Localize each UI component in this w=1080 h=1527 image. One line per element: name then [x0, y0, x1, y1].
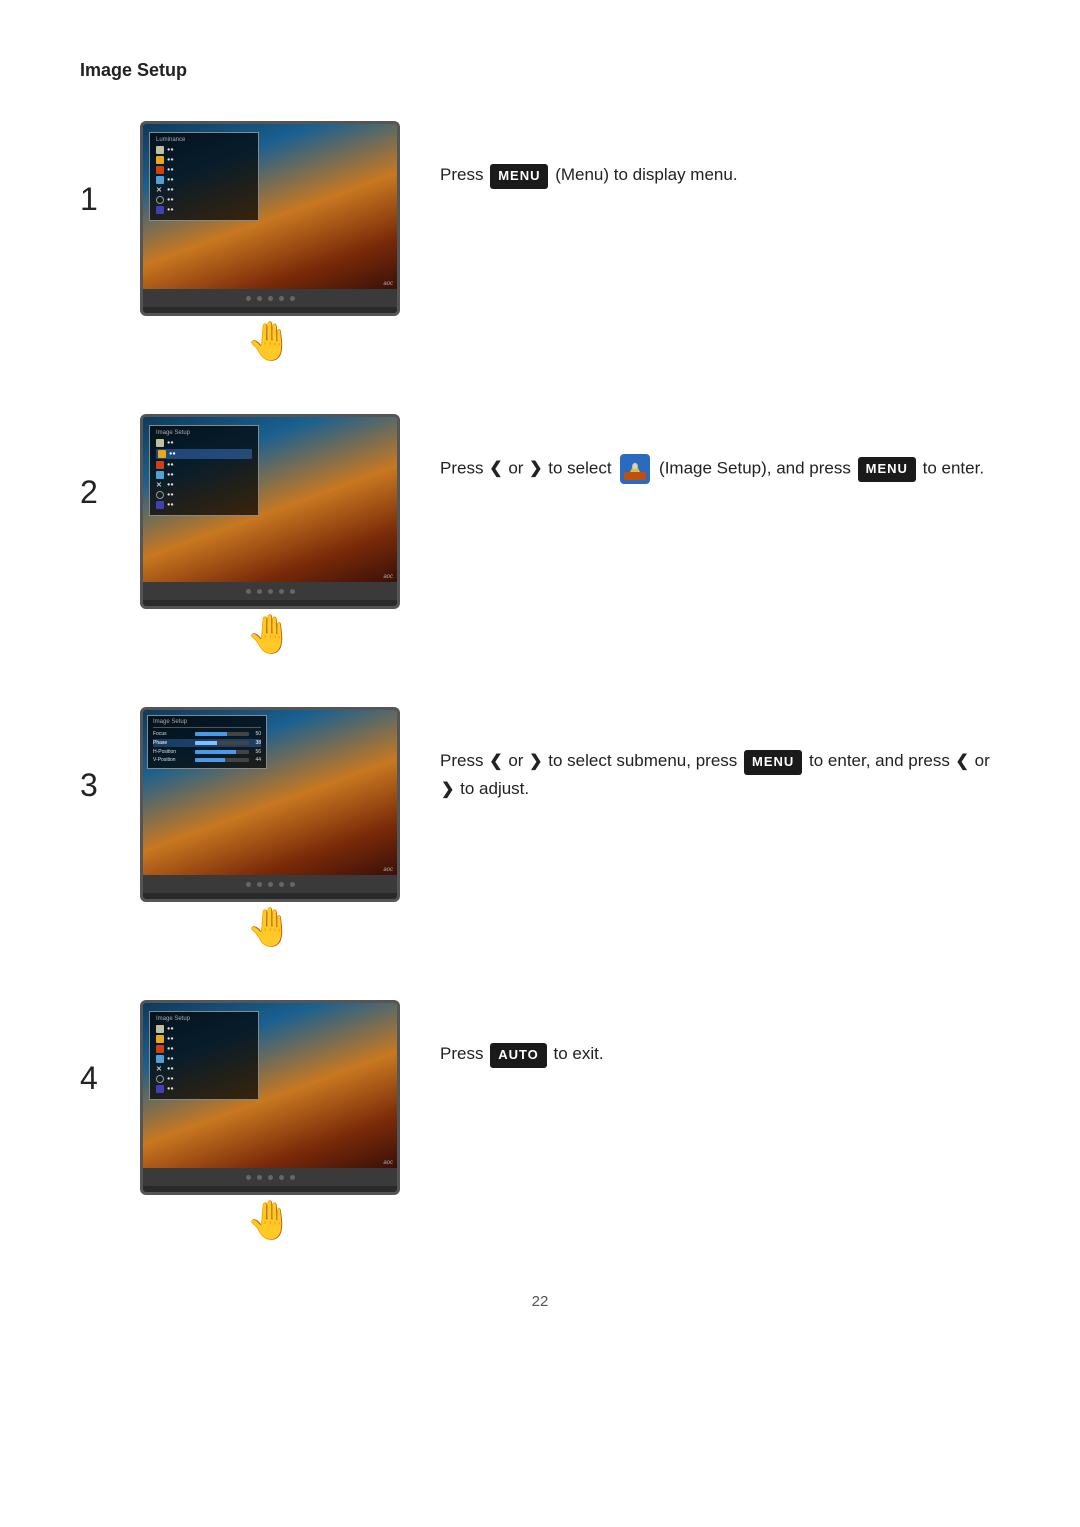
step-1-osd: Luminance ●● ●● ●● ●● — [149, 132, 259, 221]
chevron-right-3a: ❯ — [529, 749, 542, 775]
brand-logo-1: aoc — [383, 281, 393, 287]
monitor-base-2 — [143, 582, 397, 600]
chevron-left-3b: ❮ — [956, 749, 969, 775]
step-3-hand-icon: 🤚 — [246, 906, 293, 950]
osd-sub-row-1: Focus 50 — [153, 731, 261, 737]
image-setup-svg-icon — [620, 454, 650, 484]
osd-row-4-6: ●● — [156, 1075, 252, 1083]
step-2-osd: Image Setup ●● ●● ●● ●● — [149, 425, 259, 516]
osd-row-4: ●● — [156, 176, 252, 184]
step-3-number: 3 — [80, 767, 140, 804]
menu-key-2: MENU — [858, 457, 916, 482]
osd-label-2: ●● — [167, 157, 174, 163]
monitor-base-1 — [143, 289, 397, 307]
step-3-image-col: Image Setup Focus 50 Phase 38 H-Position — [140, 707, 400, 950]
osd-sub-title-3: Image Setup — [153, 719, 261, 728]
osd-row-4-7: ●● — [156, 1085, 252, 1093]
step-1-row: 1 Luminance ●● ●● — [80, 121, 1000, 364]
osd-label-4: ●● — [167, 177, 174, 183]
step-3-submenu: Image Setup Focus 50 Phase 38 H-Position — [147, 715, 267, 769]
brand-logo-4: aoc — [383, 1160, 393, 1166]
base-dot-4 — [279, 296, 284, 301]
base-dot-3 — [268, 296, 273, 301]
base-dot-1 — [246, 296, 251, 301]
brand-logo-2: aoc — [383, 574, 393, 580]
step-2-screen: Image Setup ●● ●● ●● ●● — [143, 417, 397, 582]
base-dot-2 — [257, 296, 262, 301]
step-3-desc: Press ❮ or ❯ to select submenu, press ME… — [440, 707, 1000, 802]
base-dot-5 — [290, 296, 295, 301]
osd-sub-row-4: V-Position 44 — [153, 757, 261, 763]
step-4-screen: Image Setup ●● ●● ●● ●● — [143, 1003, 397, 1168]
osd-row-4-5: ✕ ●● — [156, 1065, 252, 1073]
step-2-row: 2 Image Setup ●● ●● — [80, 414, 1000, 657]
menu-key-1: MENU — [490, 164, 548, 189]
osd-row-2-2: ●● — [156, 449, 252, 459]
step-2-monitor: Image Setup ●● ●● ●● ●● — [140, 414, 400, 609]
chevron-right-3b: ❯ — [441, 777, 454, 803]
osd-sub-row-2: Phase 38 — [153, 739, 261, 747]
osd-row-2-5: ✕ ●● — [156, 481, 252, 489]
step-1-image-col: Luminance ●● ●● ●● ●● — [140, 121, 400, 364]
osd-row-4-3: ●● — [156, 1045, 252, 1053]
osd-row-5: ✕ ●● — [156, 186, 252, 194]
osd-row-2-3: ●● — [156, 461, 252, 469]
step-3-screen: Image Setup Focus 50 Phase 38 H-Position — [143, 710, 397, 875]
step-2-hand-icon: 🤚 — [246, 613, 293, 657]
osd-label-5: ●● — [167, 187, 174, 193]
osd-sub-row-3: H-Position 56 — [153, 749, 261, 755]
osd-label-3: ●● — [167, 167, 174, 173]
osd-row-3: ●● — [156, 166, 252, 174]
step-4-monitor: Image Setup ●● ●● ●● ●● — [140, 1000, 400, 1195]
monitor-base-3 — [143, 875, 397, 893]
osd-label-1: ●● — [167, 147, 174, 153]
step-1-hand-icon: 🤚 — [246, 320, 293, 364]
osd-title-1: Luminance — [156, 137, 252, 143]
chevron-left-2: ❮ — [489, 456, 502, 482]
osd-row-2: ●● — [156, 156, 252, 164]
step-2-desc: Press ❮ or ❯ to select (Image Setup), an… — [440, 414, 1000, 484]
step-1-screen: Luminance ●● ●● ●● ●● — [143, 124, 397, 289]
osd-row-2-1: ●● — [156, 439, 252, 447]
chevron-left-3a: ❮ — [489, 749, 502, 775]
step-3-monitor: Image Setup Focus 50 Phase 38 H-Position — [140, 707, 400, 902]
osd-row-2-6: ●● — [156, 491, 252, 499]
step-4-image-col: Image Setup ●● ●● ●● ●● — [140, 1000, 400, 1243]
osd-row-1: ●● — [156, 146, 252, 154]
osd-title-4: Image Setup — [156, 1016, 252, 1022]
step-4-desc: Press AUTO to exit. — [440, 1000, 1000, 1068]
osd-row-4-2: ●● — [156, 1035, 252, 1043]
step-4-number: 4 — [80, 1060, 140, 1097]
brand-logo-3: aoc — [383, 867, 393, 873]
osd-row-7: ●● — [156, 206, 252, 214]
page-number: 22 — [80, 1293, 1000, 1310]
osd-row-4-4: ●● — [156, 1055, 252, 1063]
osd-title-2: Image Setup — [156, 430, 252, 436]
step-1-number: 1 — [80, 181, 140, 218]
step-1-monitor: Luminance ●● ●● ●● ●● — [140, 121, 400, 316]
monitor-base-4 — [143, 1168, 397, 1186]
chevron-right-2: ❯ — [529, 456, 542, 482]
menu-key-3: MENU — [744, 750, 802, 775]
osd-label-7: ●● — [167, 207, 174, 213]
step-1-desc: Press MENU (Menu) to display menu. — [440, 121, 1000, 189]
osd-row-2-4: ●● — [156, 471, 252, 479]
osd-row-2-7: ●● — [156, 501, 252, 509]
step-4-row: 4 Image Setup ●● ●● ●● — [80, 1000, 1000, 1243]
step-4-hand-icon: 🤚 — [246, 1199, 293, 1243]
page-title: Image Setup — [80, 60, 1000, 81]
step-3-row: 3 Image Setup Focus 50 Phase 38 — [80, 707, 1000, 950]
step-2-image-col: Image Setup ●● ●● ●● ●● — [140, 414, 400, 657]
auto-key-4: AUTO — [490, 1043, 547, 1068]
step-4-osd: Image Setup ●● ●● ●● ●● — [149, 1011, 259, 1100]
step-2-number: 2 — [80, 474, 140, 511]
osd-label-6: ●● — [167, 197, 174, 203]
osd-row-6: ●● — [156, 196, 252, 204]
osd-row-4-1: ●● — [156, 1025, 252, 1033]
